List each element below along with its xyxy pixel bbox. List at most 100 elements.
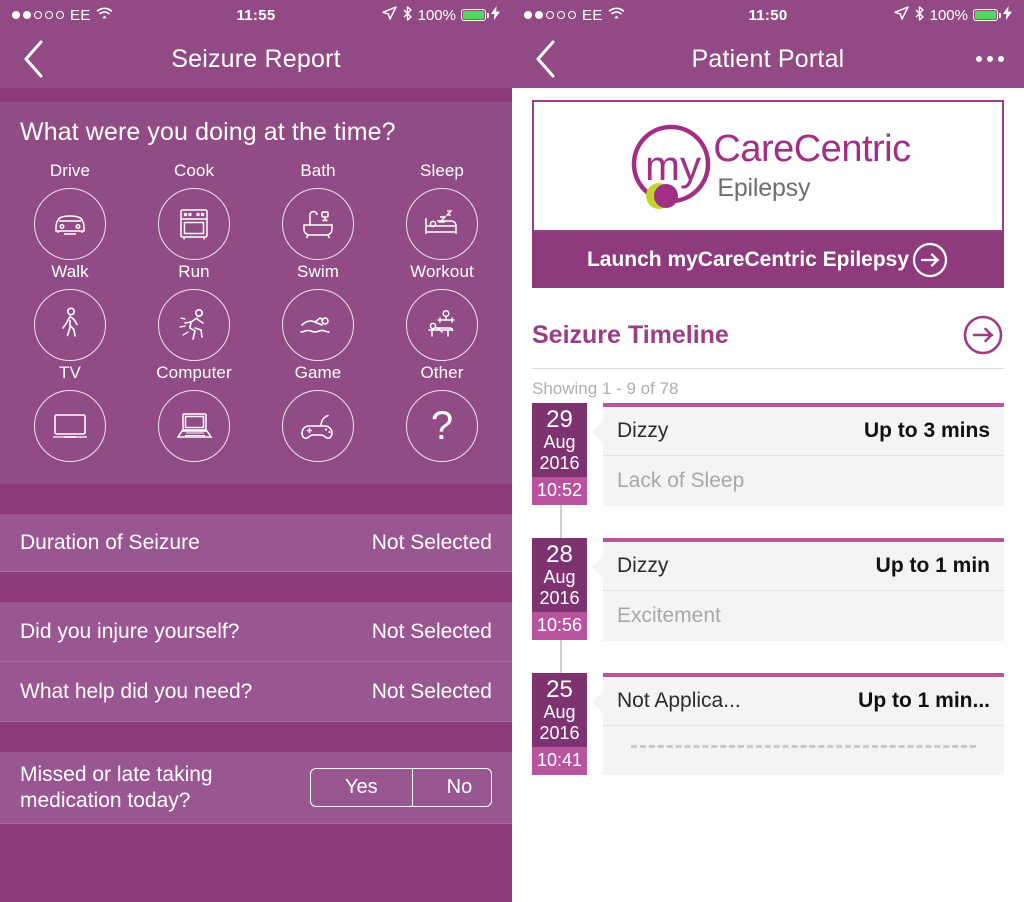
activity-option-cook[interactable]: Cook: [132, 161, 256, 260]
entry-time-badge: 10:56: [532, 611, 587, 640]
battery-icon: [461, 9, 490, 21]
entry-summary-row: Dizzy Up to 3 mins: [603, 407, 1004, 456]
timeline-title: Seizure Timeline: [532, 320, 729, 349]
back-button[interactable]: [512, 39, 574, 79]
entry-type: Dizzy: [617, 554, 669, 577]
launch-button-label: Launch myCareCentric Epilepsy: [586, 248, 910, 271]
activity-grid: Drive Cook Bath Sleep Walk Run Swim Work…: [0, 161, 512, 462]
timeline-entry[interactable]: 29 Aug 2016 10:52 Dizzy Up to 3 mins Lac…: [532, 403, 1004, 506]
logo-primary-text: CareCentric: [713, 127, 911, 170]
timeline-header: Seizure Timeline: [532, 314, 1004, 369]
activity-label: Computer: [156, 363, 232, 382]
entry-trigger: Excitement: [617, 604, 721, 627]
entry-day: 28: [546, 541, 573, 568]
nav-bar-left: Seizure Report: [0, 30, 512, 88]
logo-mark-icon: my: [632, 124, 711, 209]
page-title: Patient Portal: [691, 44, 845, 73]
no-button[interactable]: No: [411, 769, 491, 806]
status-bar-right-group: 100%: [381, 5, 500, 25]
mycarecentric-logo: my CareCentric Epilepsy: [625, 120, 911, 212]
swimmer-icon: [282, 289, 354, 361]
entry-trigger: [603, 726, 1004, 761]
activity-option-tv[interactable]: TV: [8, 363, 132, 462]
activity-label: Cook: [173, 161, 215, 180]
battery-icon: [973, 9, 1002, 21]
running-person-icon: [158, 289, 230, 361]
activity-option-computer[interactable]: Computer: [132, 363, 256, 462]
location-arrow-icon: [381, 5, 397, 25]
dual-screenshot: EE 11:55 100% Seizure Report What were y…: [0, 0, 1024, 902]
row-duration-of-seizure[interactable]: Duration of Seizure Not Selected: [0, 514, 512, 572]
entry-type: Dizzy: [617, 419, 669, 442]
status-bar-left: EE 11:55 100%: [0, 0, 512, 30]
ellipsis-icon: [976, 56, 982, 62]
entry-card: Dizzy Up to 1 min Excitement: [592, 538, 1004, 641]
activity-label: Workout: [410, 262, 474, 281]
activity-option-swim[interactable]: Swim: [256, 262, 380, 361]
entry-year: 2016: [539, 452, 580, 473]
row-did-you-injure-yourself[interactable]: Did you injure yourself? Not Selected: [0, 602, 512, 662]
entry-card: Not Applica... Up to 1 min...: [592, 673, 1004, 775]
activity-label: Walk: [51, 262, 89, 281]
activity-label: TV: [59, 363, 81, 382]
ellipsis-icon: [987, 56, 993, 62]
activity-option-bath[interactable]: Bath: [256, 161, 380, 260]
yes-button[interactable]: Yes: [311, 769, 412, 806]
entry-day: 29: [546, 406, 573, 433]
timeline-entry[interactable]: 25 Aug 2016 10:41 Not Applica... Up to 1…: [532, 673, 1004, 775]
bluetooth-icon: [914, 5, 925, 25]
timeline-arrow-button[interactable]: [962, 314, 1004, 356]
entry-date-block: 29 Aug 2016 10:52: [532, 403, 587, 505]
nav-bar-right: Patient Portal: [512, 30, 1024, 88]
entry-duration: Up to 3 mins: [863, 419, 990, 442]
patient-portal-screen: EE 11:50 100% Patient Portal my CareCent…: [512, 0, 1024, 902]
charging-bolt-icon: [1003, 6, 1012, 24]
row-value: Not Selected: [371, 619, 492, 643]
timeline-entry[interactable]: 28 Aug 2016 10:56 Dizzy Up to 1 min Exci…: [532, 538, 1004, 641]
battery-percent-label: 100%: [929, 6, 968, 24]
activity-option-walk[interactable]: Walk: [8, 262, 132, 361]
launch-button[interactable]: Launch myCareCentric Epilepsy: [532, 232, 1004, 288]
portal-body: my CareCentric Epilepsy Launch myCareCen…: [512, 88, 1024, 902]
arrow-right-circle-icon: [911, 241, 949, 279]
entry-card: Dizzy Up to 3 mins Lack of Sleep: [592, 403, 1004, 506]
activity-label: Swim: [297, 262, 339, 281]
bottom-band: [0, 824, 512, 902]
yes-no-toggle: Yes No: [310, 768, 492, 807]
activity-option-sleep[interactable]: Sleep: [380, 161, 504, 260]
page-title: Seizure Report: [171, 44, 341, 73]
entry-summary-row: Dizzy Up to 1 min: [603, 542, 1004, 591]
entry-time-badge: 10:41: [532, 746, 587, 775]
entry-year: 2016: [539, 722, 580, 743]
seizure-report-screen: EE 11:55 100% Seizure Report What were y…: [0, 0, 512, 902]
activity-option-workout[interactable]: Workout: [380, 262, 504, 361]
activity-label: Drive: [49, 161, 91, 180]
activity-option-game[interactable]: Game: [256, 363, 380, 462]
television-icon: [34, 390, 106, 462]
gamepad-icon: [282, 390, 354, 462]
status-bar-right: EE 11:50 100%: [512, 0, 1024, 30]
entry-summary-row: Not Applica... Up to 1 min...: [603, 677, 1004, 726]
activity-option-drive[interactable]: Drive: [8, 161, 132, 260]
activity-section: What were you doing at the time? Drive C…: [0, 102, 512, 484]
back-button[interactable]: [0, 39, 62, 79]
activity-option-other[interactable]: Other ?: [380, 363, 504, 462]
row-what-help-did-you-need[interactable]: What help did you need? Not Selected: [0, 662, 512, 722]
status-bar-right-group: 100%: [893, 5, 1012, 25]
activity-option-run[interactable]: Run: [132, 262, 256, 361]
entry-date-block: 28 Aug 2016 10:56: [532, 538, 587, 640]
activity-label: Game: [294, 363, 342, 382]
section-divider-2: [0, 572, 512, 602]
seizure-timeline-list: 29 Aug 2016 10:52 Dizzy Up to 3 mins Lac…: [532, 403, 1004, 775]
battery-percent-label: 100%: [417, 6, 456, 24]
entry-month: Aug: [543, 702, 576, 723]
charging-bolt-icon: [491, 6, 500, 24]
more-options-button[interactable]: [976, 56, 1024, 62]
logo-panel: my CareCentric Epilepsy: [532, 100, 1004, 232]
location-arrow-icon: [893, 5, 909, 25]
activity-label: Other: [420, 363, 464, 382]
question-mark-glyph: ?: [430, 404, 454, 448]
row-missed-or-late-medication: Missed or late taking medication today? …: [0, 752, 512, 824]
row-value: Not Selected: [371, 530, 492, 554]
bathtub-icon: [282, 188, 354, 260]
